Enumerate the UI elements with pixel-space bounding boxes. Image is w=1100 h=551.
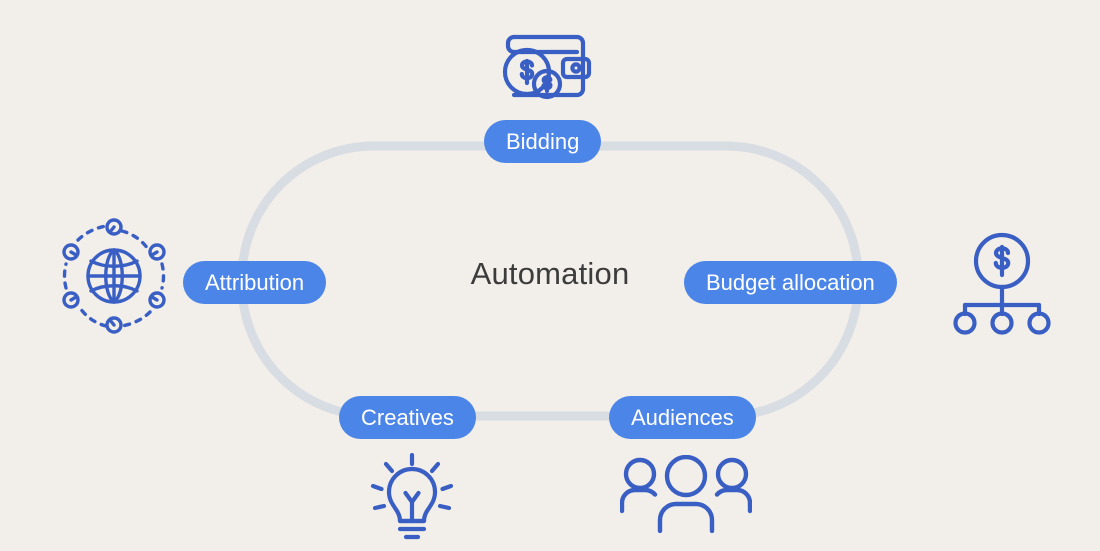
lightbulb-icon [366,452,458,543]
three-people-icon [619,454,753,534]
node-pill-audiences[interactable]: Audiences [609,396,756,439]
node-pill-bidding[interactable]: Bidding [484,120,602,163]
node-pill-budget-allocation[interactable]: Budget allocation [684,261,897,304]
wallet-with-coins-icon [494,25,594,107]
node-pill-creatives[interactable]: Creatives [339,396,476,439]
automation-cycle-diagram: Automation Bidding Budget allocation Aud… [0,0,1100,551]
center-label: Automation [470,256,630,291]
node-pill-attribution[interactable]: Attribution [183,261,327,304]
